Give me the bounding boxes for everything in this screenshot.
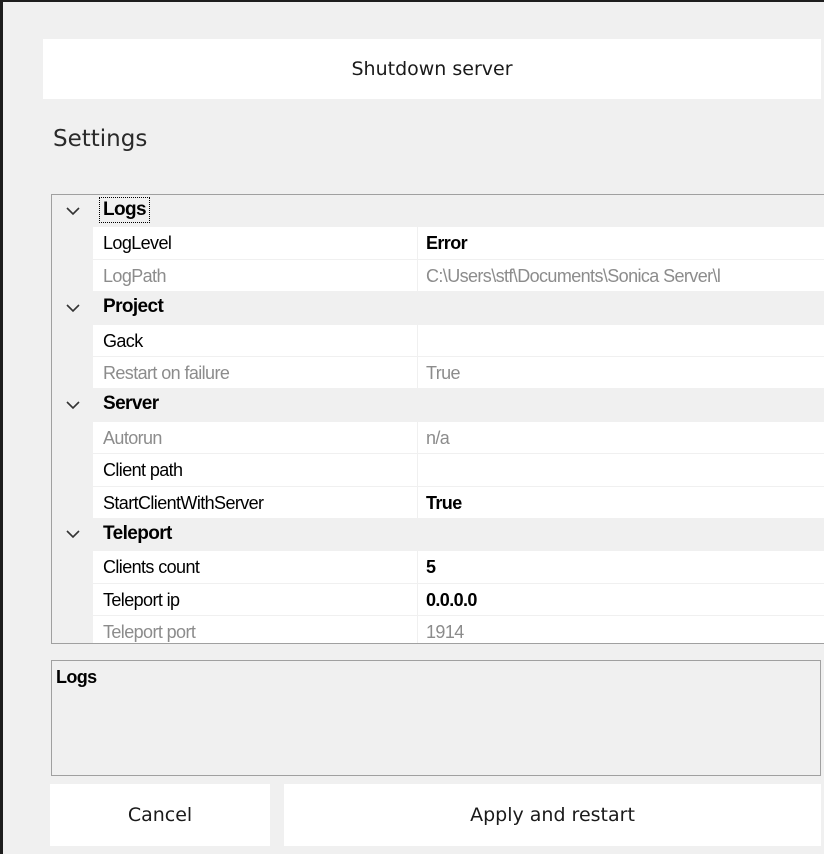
category-label: Teleport — [103, 522, 172, 544]
property-value[interactable]: C:\Users\stf\Documents\Sonica Server\l — [418, 260, 824, 293]
property-name: Client path — [93, 454, 418, 487]
cancel-button[interactable]: Cancel — [50, 784, 270, 846]
chevron-down-icon[interactable] — [62, 292, 84, 324]
property-row-autorun[interactable]: Autorun n/a — [52, 421, 824, 455]
property-name: Teleport ip — [93, 583, 418, 617]
property-row-restart-on-failure[interactable]: Restart on failure True — [52, 356, 824, 390]
property-row-logpath[interactable]: LogPath C:\Users\stf\Documents\Sonica Se… — [52, 259, 824, 293]
property-row-clients-count[interactable]: Clients count 5 — [52, 551, 824, 584]
chevron-down-icon[interactable] — [62, 389, 84, 421]
property-name: LogLevel — [93, 227, 418, 260]
property-value[interactable]: Error — [418, 227, 824, 260]
property-name: Clients count — [93, 551, 418, 584]
property-value[interactable]: n/a — [418, 422, 824, 455]
settings-title: Settings — [53, 126, 148, 152]
settings-window: Shutdown server Settings Logs LogLevel E… — [0, 0, 824, 854]
category-server[interactable]: Server — [52, 389, 824, 422]
category-teleport[interactable]: Teleport — [52, 518, 824, 552]
chevron-down-icon[interactable] — [62, 519, 84, 551]
property-value[interactable]: 0.0.0.0 — [418, 584, 824, 617]
property-name: StartClientWithServer — [93, 486, 418, 519]
property-grid[interactable]: Logs LogLevel Error LogPath C:\Users\stf… — [51, 194, 824, 644]
property-name: Autorun — [93, 421, 418, 455]
category-project[interactable]: Project — [52, 292, 824, 325]
property-value[interactable]: 1914 — [418, 616, 824, 643]
property-value[interactable] — [418, 325, 824, 357]
property-row-gack[interactable]: Gack — [52, 324, 824, 357]
property-name: LogPath — [93, 259, 418, 293]
description-panel: Logs — [51, 660, 821, 776]
category-logs[interactable]: Logs — [52, 195, 824, 228]
property-value[interactable]: 5 — [418, 551, 824, 584]
property-row-teleport-ip[interactable]: Teleport ip 0.0.0.0 — [52, 583, 824, 617]
property-row-startclientwithserver[interactable]: StartClientWithServer True — [52, 486, 824, 519]
property-value[interactable]: True — [418, 357, 824, 390]
chevron-down-icon[interactable] — [62, 195, 84, 227]
category-label: Server — [103, 393, 159, 415]
apply-and-restart-button[interactable]: Apply and restart — [284, 784, 821, 846]
property-value[interactable]: True — [418, 487, 824, 519]
shutdown-server-button[interactable]: Shutdown server — [43, 39, 821, 99]
property-value[interactable] — [418, 454, 824, 487]
property-row-teleport-port[interactable]: Teleport port 1914 — [52, 616, 824, 643]
property-row-client-path[interactable]: Client path — [52, 454, 824, 487]
property-name: Restart on failure — [93, 356, 418, 390]
property-name: Gack — [93, 324, 418, 357]
property-row-loglevel[interactable]: LogLevel Error — [52, 227, 824, 260]
category-label: Logs — [99, 197, 150, 223]
category-label: Project — [103, 296, 164, 318]
description-title: Logs — [56, 667, 97, 687]
property-name: Teleport port — [93, 616, 418, 643]
